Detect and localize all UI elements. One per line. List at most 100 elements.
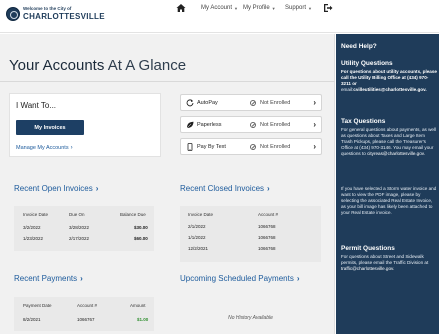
nav-my-account-label: My Account — [201, 5, 233, 11]
chevron-right-icon: › — [313, 98, 316, 107]
manage-my-accounts-label: Manage My Accounts — [16, 145, 69, 151]
city-seal-icon — [6, 7, 20, 21]
balance-due-cell: $30.00 — [134, 225, 148, 230]
paperless-status: Not Enrolled — [260, 122, 291, 128]
caret-down-icon: ▼ — [271, 5, 276, 11]
nav-my-profile-label: My Profile — [243, 5, 270, 11]
permit-questions-body: For questions about Street and Sidewalk … — [341, 254, 424, 265]
autopay-label: AutoPay — [197, 100, 218, 106]
payment-amount-cell: $1.00 — [137, 317, 149, 322]
nav-my-account[interactable]: My Account ▼ — [201, 0, 238, 16]
utility-questions-body: For questions about utility accounts, pl… — [341, 69, 437, 86]
paperless-label: Paperless — [197, 122, 222, 128]
balance-due-cell: $60.00 — [134, 236, 148, 241]
chevron-right-icon: › — [296, 274, 300, 283]
autopay-row[interactable]: AutoPay Not Enrolled › — [180, 94, 322, 111]
need-help-heading: Need Help? — [341, 43, 377, 50]
city-logo[interactable]: Welcome to the City of CHARLOTTESVILLE — [6, 7, 105, 21]
nav-support-label: Support — [285, 5, 307, 11]
phone-icon — [187, 143, 193, 151]
permit-questions-text: For questions about Street and Sidewalk … — [341, 254, 437, 272]
pay-by-text-label: Pay By Text — [197, 144, 226, 150]
scheduled-payments-panel: No History Available — [180, 297, 321, 331]
pay-by-text-status: Not Enrolled — [260, 144, 291, 150]
chevron-right-icon: › — [313, 142, 316, 151]
title-divider — [0, 81, 335, 82]
page-title: Your Accounts At A Glance — [9, 57, 186, 74]
page-title-primary: Your Accounts — [9, 57, 105, 74]
permit-questions-heading: Permit Questions — [341, 245, 395, 252]
logo-city-name: CHARLOTTESVILLE — [23, 11, 105, 21]
invoice-date-cell: 12/2/2021 — [188, 246, 209, 251]
invoice-date-cell: 1/23/2022 — [23, 236, 44, 241]
my-invoices-button[interactable]: My Invoices — [16, 120, 84, 135]
page-title-secondary: At A Glance — [107, 57, 187, 74]
account-number-cell: 1066768 — [258, 235, 276, 240]
column-header: Balance Due — [120, 212, 146, 217]
autopay-status: Not Enrolled — [260, 100, 291, 106]
recent-open-invoices-heading[interactable]: Recent Open Invoices › — [14, 184, 98, 193]
column-header: Invoice Date — [188, 212, 214, 217]
tax-email-prefix: to — [361, 151, 366, 156]
payment-date-cell: 8/2/2021 — [23, 317, 41, 322]
chevron-right-icon: › — [267, 184, 270, 193]
pay-by-text-row[interactable]: Pay By Text Not Enrolled › — [180, 138, 322, 155]
column-header: Due On — [69, 212, 85, 217]
closed-invoices-table: Invoice Date Account # 2/1/2022 1066768 … — [180, 206, 321, 262]
account-number-cell: 1066768 — [258, 246, 276, 251]
utility-questions-text: For questions about utility accounts, pl… — [341, 69, 437, 93]
recent-payments-table: Payment Date Account # Amount 8/2/2021 1… — [14, 297, 154, 331]
tax-questions-text: For general questions about payments, as… — [341, 127, 437, 157]
storm-water-text: If you have selected a Storm water invoi… — [341, 186, 437, 215]
column-header: Payment Date — [23, 303, 52, 308]
column-header: Account # — [258, 212, 279, 217]
caret-down-icon: ▼ — [234, 5, 238, 11]
column-header: Amount — [130, 303, 146, 308]
chevron-right-icon: › — [95, 184, 99, 193]
utility-email-prefix: email: — [341, 87, 354, 92]
not-enrolled-icon — [250, 144, 256, 150]
i-want-to-card: I Want To... My Invoices Manage My Accou… — [9, 93, 161, 157]
open-invoices-table: Invoice Date Due On Balance Due 3/2/2022… — [14, 206, 154, 251]
nav-my-profile[interactable]: My Profile ▼ — [243, 0, 276, 16]
tax-email-link[interactable]: cityreas@charlottesville.gov. — [367, 151, 425, 156]
refresh-icon — [186, 99, 194, 107]
logout-icon[interactable] — [323, 3, 333, 13]
caret-down-icon: ▼ — [308, 5, 312, 11]
invoice-date-cell: 1/1/2022 — [188, 235, 206, 240]
manage-my-accounts-link[interactable]: Manage My Accounts › — [16, 145, 73, 151]
chevron-right-icon: › — [70, 145, 73, 151]
account-number-cell: 1066767 — [77, 317, 95, 322]
recent-open-invoices-label: Recent Open Invoices — [14, 184, 93, 193]
tax-questions-heading: Tax Questions — [341, 118, 386, 125]
due-on-cell: 3/28/2022 — [69, 225, 90, 230]
main-content: Your Accounts At A Glance I Want To... M… — [0, 34, 335, 334]
column-header: Account # — [77, 303, 98, 308]
column-header: Invoice Date — [23, 212, 49, 217]
due-on-cell: 2/17/2022 — [69, 236, 90, 241]
nav-support[interactable]: Support ▼ — [285, 0, 312, 16]
permit-email-link[interactable]: traffic@charlottesville.gov. — [341, 266, 394, 271]
paperless-row[interactable]: Paperless Not Enrolled › — [180, 116, 322, 133]
recent-closed-invoices-heading[interactable]: Recent Closed Invoices › — [180, 184, 270, 193]
utility-questions-heading: Utility Questions — [341, 60, 393, 67]
recent-closed-invoices-label: Recent Closed Invoices — [180, 184, 265, 193]
help-sidebar: Need Help? Utility Questions For questio… — [336, 34, 439, 334]
recent-payments-label: Recent Payments — [14, 274, 78, 283]
leaf-icon — [186, 121, 194, 129]
upcoming-scheduled-payments-heading[interactable]: Upcoming Scheduled Payments › — [180, 274, 300, 283]
chevron-right-icon: › — [80, 274, 83, 283]
account-number-cell: 1066768 — [258, 224, 276, 229]
recent-payments-heading[interactable]: Recent Payments › — [14, 274, 83, 283]
invoice-date-cell: 2/1/2022 — [188, 224, 206, 229]
i-want-to-title: I Want To... — [16, 101, 57, 110]
permit-email-prefix: at — [424, 260, 429, 265]
not-enrolled-icon — [250, 122, 256, 128]
upcoming-scheduled-payments-label: Upcoming Scheduled Payments — [180, 274, 294, 283]
home-icon[interactable] — [176, 3, 186, 13]
not-enrolled-icon — [250, 100, 256, 106]
top-bar: Welcome to the City of CHARLOTTESVILLE M… — [0, 0, 439, 33]
chevron-right-icon: › — [313, 120, 316, 129]
utility-email-link[interactable]: cvilleutilities@charlottesville.gov. — [353, 87, 426, 92]
no-history-message: No History Available — [228, 315, 273, 321]
